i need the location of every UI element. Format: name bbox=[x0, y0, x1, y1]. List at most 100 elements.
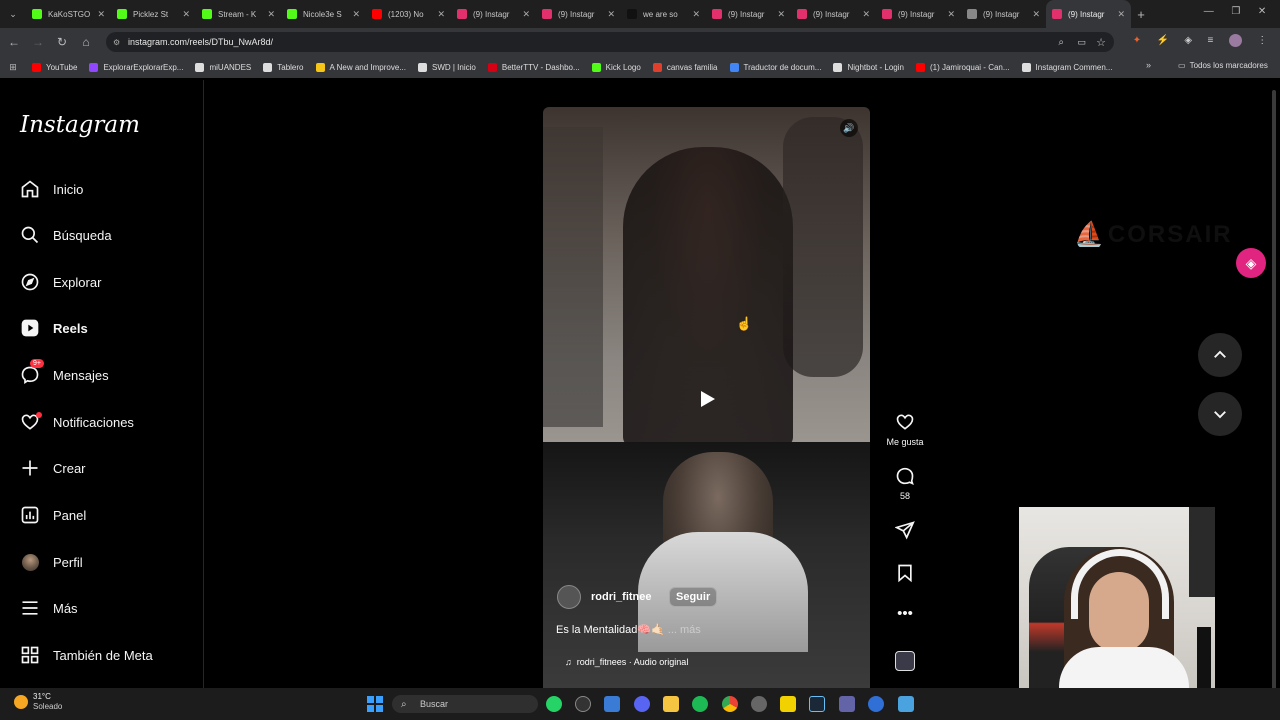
browser-tab[interactable]: (9) Instagr ✕ bbox=[961, 0, 1046, 28]
extension-icon-1[interactable]: ✦ bbox=[1133, 35, 1141, 46]
discord-icon[interactable] bbox=[634, 696, 650, 712]
play-button[interactable] bbox=[697, 389, 717, 409]
tab-close-icon[interactable]: ✕ bbox=[182, 9, 190, 20]
browser-tab[interactable]: (1203) No ✕ bbox=[366, 0, 451, 28]
whatsapp-icon[interactable] bbox=[546, 696, 562, 712]
tab-search-button[interactable]: ⌄ bbox=[0, 0, 26, 28]
tab-close-icon[interactable]: ✕ bbox=[1032, 9, 1040, 20]
mute-button[interactable]: 🔊 bbox=[840, 119, 858, 137]
browser-tab[interactable]: (9) Instagr ✕ bbox=[791, 0, 876, 28]
close-window-button[interactable]: ✕ bbox=[1258, 6, 1266, 17]
like-button[interactable]: Me gusta bbox=[884, 412, 926, 447]
restore-button[interactable]: ❐ bbox=[1231, 6, 1240, 17]
nav-item-perfil[interactable]: Perfil bbox=[20, 548, 83, 576]
browser-tab[interactable]: KaKoSTGO ✕ bbox=[26, 0, 111, 28]
tab-close-icon[interactable]: ✕ bbox=[522, 9, 530, 20]
tab-close-icon[interactable]: ✕ bbox=[267, 9, 275, 20]
nav-item-crear[interactable]: Crear bbox=[20, 454, 86, 482]
url-bar[interactable]: ⚙ instagram.com/reels/DTbu_NwAr8d/ ⌕ ▭ ☆ bbox=[106, 32, 1114, 52]
tab-close-icon[interactable]: ✕ bbox=[352, 9, 360, 20]
taskbar-search[interactable]: ⌕ Buscar bbox=[392, 695, 538, 713]
nav-item-notificaciones[interactable]: Notificaciones bbox=[20, 408, 134, 436]
file-explorer-icon[interactable] bbox=[663, 696, 679, 712]
reel-audio[interactable]: ♫ rodri_fitnees · Audio original bbox=[565, 657, 688, 667]
reel-video-next[interactable]: rodri_fitnee Seguir Es la Mentalidad🧠🤙🏻 … bbox=[543, 442, 870, 688]
bookmark-item[interactable]: Kick Logo bbox=[586, 62, 647, 72]
site-info-icon[interactable]: ⚙ bbox=[113, 38, 120, 47]
nav-item-inicio[interactable]: Inicio bbox=[20, 175, 83, 203]
save-button[interactable] bbox=[895, 563, 915, 583]
new-tab-button[interactable]: + bbox=[1131, 7, 1151, 22]
bookmark-item[interactable]: YouTube bbox=[26, 62, 83, 72]
browser-tab[interactable]: Picklez St ✕ bbox=[111, 0, 196, 28]
browser-tab[interactable]: Nicole3e S ✕ bbox=[281, 0, 366, 28]
bookmark-item[interactable]: canvas familia bbox=[647, 62, 724, 72]
app-icon[interactable] bbox=[898, 696, 914, 712]
bookmarks-overflow-icon[interactable]: » bbox=[1146, 60, 1151, 70]
bookmark-item[interactable]: Instagram Commen... bbox=[1016, 62, 1119, 72]
browser-menu-icon[interactable]: ⋮ bbox=[1257, 35, 1267, 46]
next-reel-button[interactable] bbox=[1198, 392, 1242, 436]
author-username[interactable]: rodri_fitnee bbox=[591, 591, 661, 603]
steam-icon[interactable] bbox=[809, 696, 825, 712]
extension-floating-button[interactable]: ◈ bbox=[1236, 248, 1266, 278]
settings-icon[interactable] bbox=[751, 696, 767, 712]
caption-more-link[interactable]: ... más bbox=[668, 624, 701, 636]
bookmark-item[interactable]: (1) Jamiroquai - Can... bbox=[910, 62, 1016, 72]
audio-thumbnail[interactable] bbox=[895, 651, 915, 671]
nav-item-mensajes[interactable]: 9+ Mensajes bbox=[20, 359, 109, 389]
weather-widget[interactable]: 31°C Soleado bbox=[14, 692, 62, 712]
chrome-icon[interactable] bbox=[722, 696, 738, 712]
browser-tab[interactable]: we are so ✕ bbox=[621, 0, 706, 28]
bookmark-star-icon[interactable]: ☆ bbox=[1096, 36, 1106, 49]
browser-tab[interactable]: (9) Instagr ✕ bbox=[1046, 0, 1131, 28]
comment-button[interactable]: 58 bbox=[884, 466, 926, 501]
instagram-logo[interactable]: Instagram bbox=[20, 112, 140, 138]
browser-tab[interactable]: (9) Instagr ✕ bbox=[876, 0, 961, 28]
teams-icon[interactable] bbox=[839, 696, 855, 712]
nav-item-tambien-de-meta[interactable]: También de Meta bbox=[20, 641, 153, 669]
bookmark-item[interactable]: miUANDES bbox=[189, 62, 257, 72]
tab-close-icon[interactable]: ✕ bbox=[862, 9, 870, 20]
zoom-icon[interactable]: ⌕ bbox=[1058, 37, 1064, 48]
profile-avatar-icon[interactable] bbox=[1228, 34, 1242, 47]
cast-icon[interactable]: ▭ bbox=[1077, 37, 1086, 48]
start-button[interactable] bbox=[367, 696, 383, 712]
bookmark-item[interactable]: ExplorarExplorarExp... bbox=[83, 62, 189, 72]
nav-item-panel[interactable]: Panel bbox=[20, 501, 86, 529]
nav-item-busqueda[interactable]: Búsqueda bbox=[20, 221, 112, 249]
browser-tab[interactable]: (9) Instagr ✕ bbox=[451, 0, 536, 28]
tab-close-icon[interactable]: ✕ bbox=[947, 9, 955, 20]
bookmark-item[interactable]: Traductor de docum... bbox=[724, 62, 828, 72]
browser-tab[interactable]: (9) Instagr ✕ bbox=[536, 0, 621, 28]
bookmark-item[interactable]: Nightbot - Login bbox=[827, 62, 909, 72]
apps-grid-icon[interactable]: ⊞ bbox=[0, 62, 26, 73]
reload-button[interactable]: ↻ bbox=[50, 30, 74, 54]
xbox-icon[interactable] bbox=[575, 696, 591, 712]
extension-icon-2[interactable]: ⚡ bbox=[1157, 35, 1169, 46]
bookmark-item[interactable]: SWD | Inicio bbox=[412, 62, 482, 72]
forward-button[interactable]: → bbox=[26, 30, 50, 54]
nav-item-reels[interactable]: Reels bbox=[20, 314, 88, 342]
tab-close-icon[interactable]: ✕ bbox=[1117, 9, 1125, 20]
nav-item-mas[interactable]: Más bbox=[20, 594, 78, 622]
page-scrollbar[interactable] bbox=[1270, 80, 1278, 690]
home-button[interactable]: ⌂ bbox=[74, 30, 98, 54]
tab-close-icon[interactable]: ✕ bbox=[437, 9, 445, 20]
sticky-notes-icon[interactable] bbox=[780, 696, 796, 712]
nav-item-explorar[interactable]: Explorar bbox=[20, 268, 101, 296]
all-bookmarks-folder[interactable]: ▭ Todos los marcadores bbox=[1178, 61, 1268, 70]
follow-button[interactable]: Seguir bbox=[669, 587, 718, 607]
tab-close-icon[interactable]: ✕ bbox=[607, 9, 615, 20]
share-button[interactable] bbox=[894, 520, 915, 540]
scrollbar-thumb[interactable] bbox=[1272, 90, 1276, 690]
more-options-button[interactable]: ••• bbox=[895, 605, 915, 622]
back-button[interactable]: ← bbox=[2, 30, 26, 54]
reel-video-current[interactable]: 🔊 bbox=[543, 107, 870, 442]
browser-alt-icon[interactable] bbox=[868, 696, 884, 712]
bookmark-item[interactable]: Tablero bbox=[257, 62, 309, 72]
notepad-icon[interactable] bbox=[604, 696, 620, 712]
browser-tab[interactable]: Stream - K ✕ bbox=[196, 0, 281, 28]
bookmark-item[interactable]: A New and Improve... bbox=[310, 62, 412, 72]
extensions-puzzle-icon[interactable]: ◈ bbox=[1184, 35, 1192, 46]
